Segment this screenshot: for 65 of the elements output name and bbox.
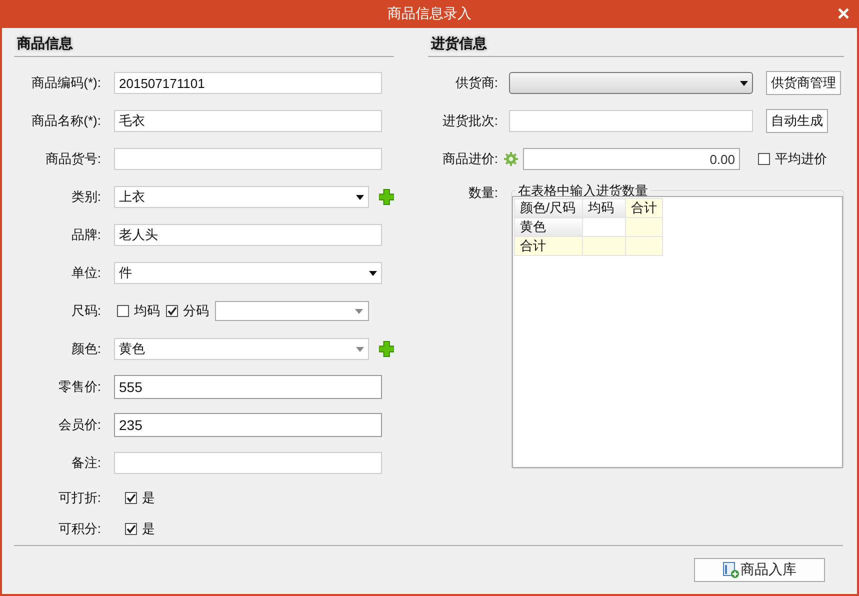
text-field[interactable]: 0.00 xyxy=(523,148,740,170)
dropdown-arrow-icon xyxy=(355,308,363,314)
add-icon[interactable] xyxy=(378,341,394,357)
stock-in-button[interactable]: 商品入库 xyxy=(694,558,825,582)
text-field[interactable]: 毛衣 xyxy=(114,110,382,132)
dropdown-field[interactable]: 黄色 xyxy=(114,338,369,360)
section-heading: 进货信息 xyxy=(431,35,487,51)
close-icon[interactable] xyxy=(838,8,849,19)
text-field[interactable]: 201507171101 xyxy=(114,72,382,94)
column-header: 颜色/尺码 xyxy=(514,198,582,218)
field-label: 供货商: xyxy=(454,74,498,92)
field-label: 类别: xyxy=(70,188,101,206)
checkbox-label[interactable]: 是 xyxy=(142,520,155,538)
text-field[interactable] xyxy=(114,148,382,170)
field-label: 零售价: xyxy=(57,378,101,396)
text-field[interactable]: 老人头 xyxy=(114,224,382,246)
dropdown-field[interactable] xyxy=(509,72,753,94)
field-label: 品牌: xyxy=(70,226,101,244)
dropdown-field[interactable]: 件 xyxy=(114,262,382,284)
column-header: 合计 xyxy=(626,198,662,218)
field-label: 尺码: xyxy=(70,302,101,320)
table-cell: 合计 xyxy=(514,236,582,256)
field-label: 颜色: xyxy=(70,340,101,358)
dropdown-field[interactable]: 上衣 xyxy=(114,186,369,208)
section-heading: 商品信息 xyxy=(17,35,73,51)
dropdown-arrow-icon xyxy=(369,270,377,276)
checkbox[interactable] xyxy=(166,305,178,317)
checkbox[interactable] xyxy=(758,153,770,165)
add-icon[interactable] xyxy=(378,189,394,205)
checkbox-label[interactable]: 平均进价 xyxy=(775,150,827,168)
window-title: 商品信息录入 xyxy=(388,5,472,23)
checkbox-label[interactable]: 是 xyxy=(142,488,155,506)
field-label: 会员价: xyxy=(57,416,101,434)
checkmark-icon xyxy=(126,492,136,502)
dropdown-field[interactable] xyxy=(215,301,369,321)
checkbox-label[interactable]: 分码 xyxy=(183,302,209,320)
text-field[interactable] xyxy=(114,452,382,474)
text-field[interactable]: 555 xyxy=(114,375,382,399)
column-header: 均码 xyxy=(582,198,626,218)
text-field[interactable]: 235 xyxy=(114,413,382,437)
dropdown-arrow-icon xyxy=(356,194,364,200)
checkbox-label[interactable]: 均码 xyxy=(134,302,160,320)
table-cell: 黄色 xyxy=(514,218,582,236)
dropdown-arrow-icon xyxy=(740,80,748,86)
gear-icon[interactable] xyxy=(504,152,518,166)
field-label: 数量: xyxy=(467,184,498,202)
generate-button[interactable]: 自动生成 xyxy=(766,109,828,133)
checkmark-icon xyxy=(126,524,136,534)
checkbox[interactable] xyxy=(125,522,137,534)
field-label: 进货批次: xyxy=(441,112,498,130)
field-label: 商品进价: xyxy=(441,150,498,168)
field-label: 可打折: xyxy=(57,488,101,506)
field-label: 商品编码(*): xyxy=(30,74,101,92)
checkbox[interactable] xyxy=(117,305,129,317)
field-label: 商品货号: xyxy=(44,150,101,168)
form-add-icon xyxy=(722,562,738,578)
dropdown-arrow-icon xyxy=(356,346,364,352)
field-label: 可积分: xyxy=(57,520,101,538)
text-field[interactable] xyxy=(509,110,753,132)
checkmark-icon xyxy=(167,306,177,316)
checkbox[interactable] xyxy=(125,492,137,504)
field-label: 商品名称(*): xyxy=(30,112,101,130)
field-label: 备注: xyxy=(70,454,101,472)
supplier-button[interactable]: 供货商管理 xyxy=(766,71,841,95)
field-label: 单位: xyxy=(70,264,101,282)
